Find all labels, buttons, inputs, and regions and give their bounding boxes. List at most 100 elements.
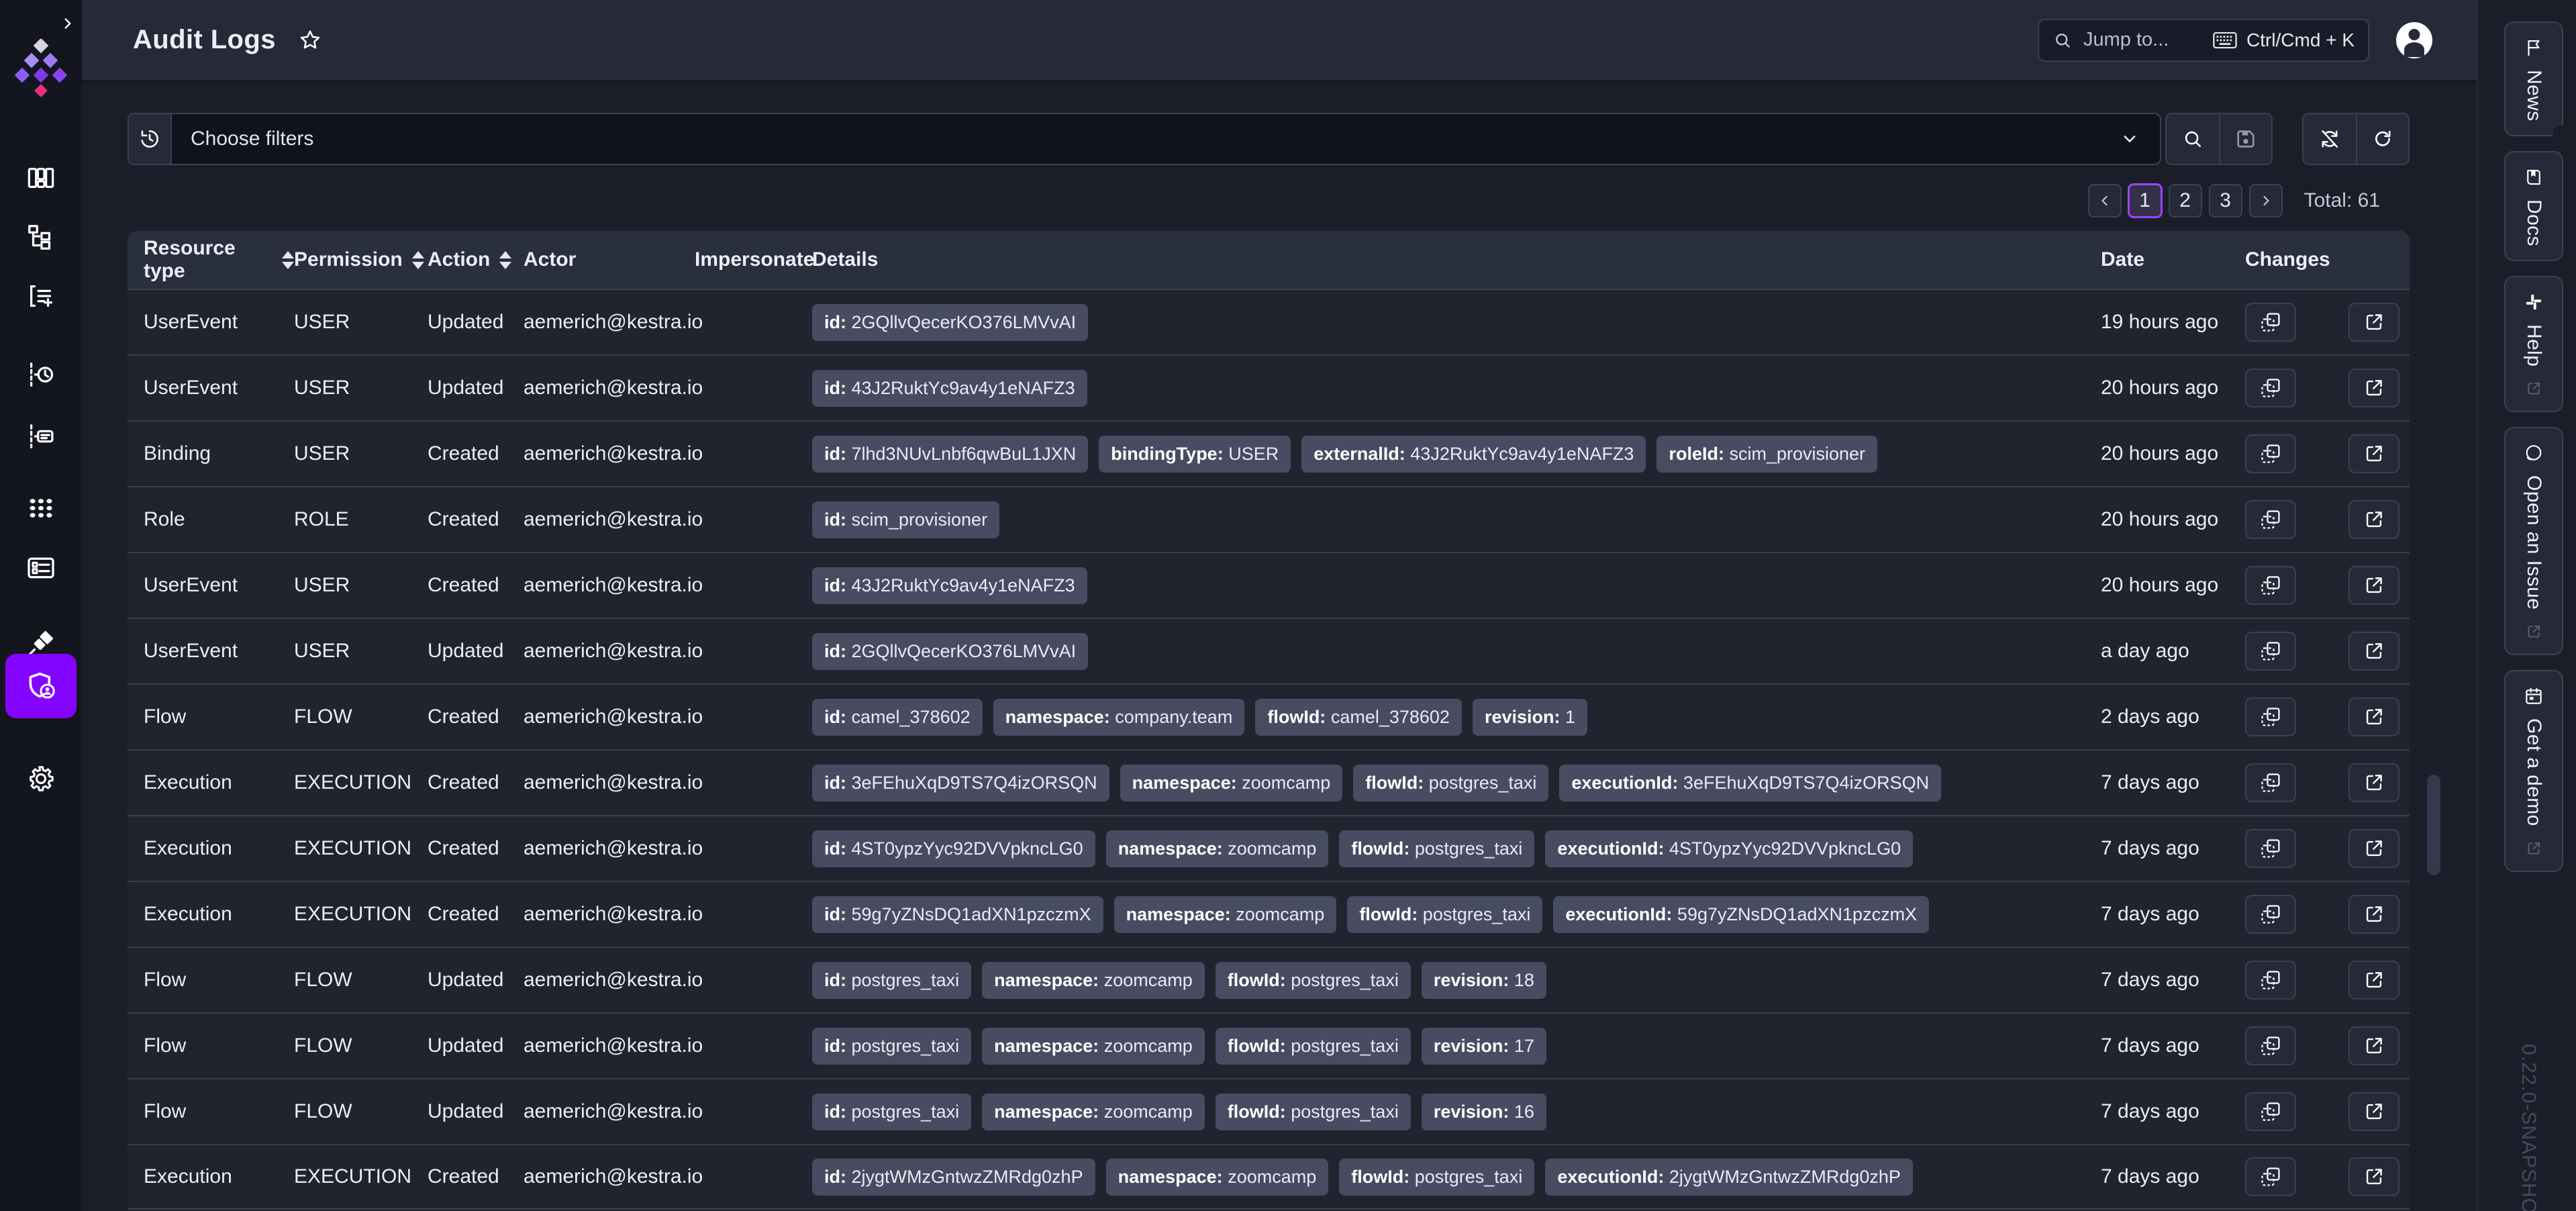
sidebar-item-blueprints[interactable] [21,548,60,587]
cell-permission: USER [294,442,350,465]
pagination-next-button[interactable] [2248,184,2283,217]
rail-tab-open-an-issue[interactable]: Open an Issue [2504,426,2563,656]
cell-resource-type: Binding [144,442,211,465]
rail-tab-docs[interactable]: Docs [2504,150,2563,261]
open-in-new-icon [2366,775,2382,791]
open-changes-button[interactable] [2348,566,2399,605]
sidebar-item-namespaces[interactable] [21,417,60,456]
cell-permission: ROLE [294,508,349,530]
detail-badge: flowId: postgres_taxi [1215,961,1411,999]
table-row: Flow FLOW Updated aemerich@kestra.io id: pos… [128,1078,2410,1144]
copy-changes-button[interactable] [2245,961,2296,1000]
cell-date: 19 hours ago [2101,311,2219,333]
open-changes-button[interactable] [2348,434,2399,473]
sidebar-item-apps[interactable] [21,489,60,528]
sidebar-item-logs[interactable] [21,355,60,394]
header-date: Date [2101,248,2145,271]
pagination-page-3[interactable]: 3 [2208,184,2242,217]
open-changes-button[interactable] [2348,632,2399,671]
pagination-prev-button[interactable] [2087,184,2122,217]
jump-to-search[interactable]: Jump to... Ctrl/Cmd + K [2038,18,2369,62]
copy-changes-button[interactable] [2245,829,2296,868]
copy-changes-button[interactable] [2245,895,2296,934]
copy-changes-button[interactable] [2245,1026,2296,1065]
table-row: UserEvent USER Updated aemerich@kestra.io id… [128,618,2410,683]
header-action[interactable]: Action [428,248,524,271]
cell-actor: aemerich@kestra.io [524,640,703,662]
open-changes-button[interactable] [2348,1026,2399,1065]
sidebar-item-executions[interactable] [21,277,60,316]
choose-filters-input[interactable]: Choose filters [170,113,2161,165]
cell-date: 20 hours ago [2101,377,2219,399]
copy-icon [2261,642,2280,661]
open-changes-button[interactable] [2348,303,2399,342]
filter-search-button[interactable] [2167,114,2219,164]
copy-changes-button[interactable] [2245,369,2296,407]
open-changes-button[interactable] [2348,697,2399,736]
detail-badge: externalId: 43J2RuktYc9av4y1eNAFZ3 [1301,435,1646,473]
vertical-scrollbar[interactable] [2427,775,2440,875]
copy-changes-button[interactable] [2245,434,2296,473]
cell-changes [2245,632,2410,671]
refresh-button[interactable] [2356,114,2408,164]
cell-permission: EXECUTION [294,837,412,859]
detail-badge: revision: 1 [1472,698,1588,736]
chevron-down-icon[interactable] [2118,128,2141,150]
copy-changes-button[interactable] [2245,1157,2296,1196]
detail-badge: namespace: zoomcamp [1105,830,1329,867]
auto-refresh-off-button[interactable] [2303,114,2356,164]
header-permission[interactable]: Permission [294,248,428,271]
sort-icon[interactable] [411,250,424,269]
rail-tab-help[interactable]: Help [2504,275,2563,412]
open-changes-button[interactable] [2348,829,2399,868]
open-changes-button[interactable] [2348,1157,2399,1196]
open-changes-button[interactable] [2348,1092,2399,1131]
sort-icon[interactable] [282,250,294,269]
pagination-page-1[interactable]: 1 [2128,184,2162,217]
open-changes-button[interactable] [2348,500,2399,539]
sidebar-item-flows[interactable] [21,217,60,256]
copy-changes-button[interactable] [2245,697,2296,736]
detail-badge: executionId: 59g7yZNsDQ1adXN1pzczmX [1553,895,1930,933]
sidebar-item-dashboard[interactable] [21,158,60,197]
sort-icon[interactable] [499,250,512,269]
open-changes-button[interactable] [2348,895,2399,934]
copy-changes-button[interactable] [2245,1092,2296,1131]
rail-tab-get-a-demo[interactable]: Get a demo [2504,670,2563,872]
cell-changes [2245,1092,2410,1131]
kestra-logo[interactable] [10,39,72,103]
cell-actor: aemerich@kestra.io [524,377,703,399]
rail-tab-news[interactable]: News [2504,21,2570,143]
copy-changes-button[interactable] [2245,303,2296,342]
copy-changes-button[interactable] [2245,632,2296,671]
cell-date: a day ago [2101,640,2189,662]
open-changes-button[interactable] [2348,369,2399,407]
copy-icon [2261,444,2280,463]
keyboard-icon [2213,32,2237,48]
open-in-new-icon [2366,314,2382,330]
topbar: Audit Logs Jump to... Ctrl/Cmd + K [82,0,2477,83]
user-avatar[interactable] [2396,21,2432,58]
apps-icon [30,499,52,518]
table-row: UserEvent USER Updated aemerich@kestra.io id… [128,354,2410,420]
cell-action: Updated [428,640,504,662]
sidebar-item-administration[interactable] [5,654,77,718]
copy-changes-button[interactable] [2245,566,2296,605]
copy-changes-button[interactable] [2245,763,2296,802]
cell-details: id: postgres_taxi namespace: zoomcamp flow… [812,961,2101,999]
cell-date: 7 days ago [2101,1034,2199,1057]
filter-save-button[interactable] [2219,114,2271,164]
filter-history-button[interactable] [128,113,170,165]
cell-action: Updated [428,311,504,333]
sidebar-item-settings[interactable] [21,759,60,798]
content: Choose filters 1 2 3 Total: 61 Resource … [82,83,2477,1211]
rail-tab-label: Get a demo [2523,718,2545,826]
pagination-page-2[interactable]: 2 [2168,184,2202,217]
favorite-star-button[interactable] [297,28,323,53]
header-resource-type[interactable]: Resource type [144,237,294,283]
sidebar-expand-button[interactable] [59,15,77,32]
cell-permission: FLOW [294,969,352,991]
open-changes-button[interactable] [2348,763,2399,802]
open-changes-button[interactable] [2348,961,2399,1000]
copy-changes-button[interactable] [2245,500,2296,539]
